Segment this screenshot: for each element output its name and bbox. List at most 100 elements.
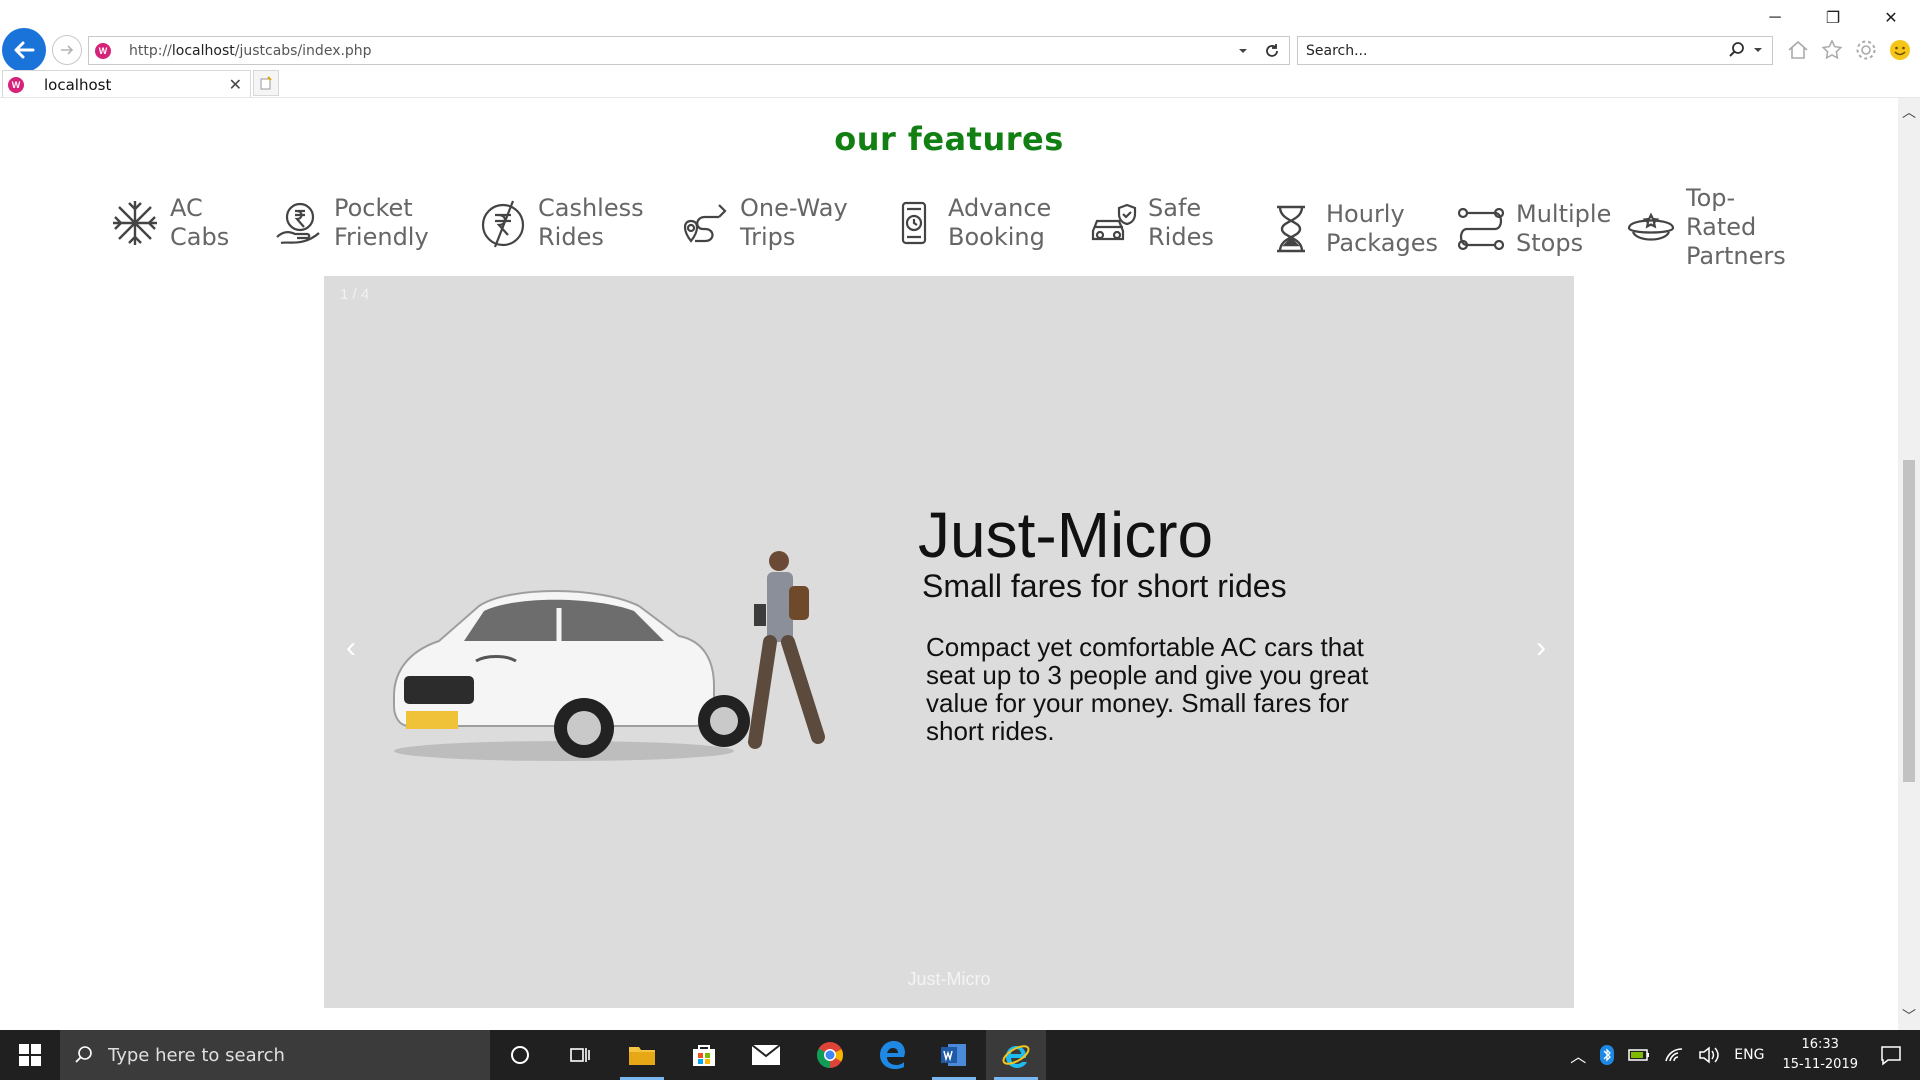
- hero-carousel: 1 / 4 ‹ › Just-Micro Small fares for sho…: [324, 276, 1574, 1008]
- wifi-icon[interactable]: [1664, 1047, 1684, 1063]
- mail-envelope-icon: [751, 1044, 781, 1065]
- feature-advance-booking: Advance Booking: [884, 194, 1051, 252]
- multi-stop-icon: [1452, 200, 1510, 258]
- tab-favicon-icon: W: [8, 76, 24, 93]
- tab-close-icon[interactable]: ✕: [229, 75, 242, 95]
- site-favicon-icon: W: [95, 42, 111, 59]
- feature-label: Cashless Rides: [538, 194, 644, 251]
- file-explorer-app[interactable]: [612, 1030, 672, 1080]
- forward-button[interactable]: [52, 35, 82, 65]
- address-url[interactable]: http://localhost/justcabs/index.php: [129, 43, 372, 59]
- carousel-prev-button[interactable]: ‹: [336, 631, 366, 665]
- action-center-icon[interactable]: [1880, 1044, 1902, 1066]
- windows-logo-icon: [19, 1044, 41, 1066]
- feature-cashless-rides: Cashless Rides: [474, 194, 644, 252]
- chauffeur-cap-icon: [1622, 199, 1680, 257]
- arrow-right-icon: [61, 45, 74, 55]
- feature-multiple-stops: Multiple Stops: [1452, 200, 1611, 258]
- task-view-icon: [570, 1048, 590, 1062]
- scroll-thumb[interactable]: [1903, 460, 1915, 782]
- rupee-hand-icon: [270, 194, 328, 252]
- battery-icon[interactable]: [1628, 1047, 1650, 1063]
- page-scrollbar[interactable]: ︿ ﹀: [1898, 98, 1920, 1030]
- taskbar-search-input[interactable]: [108, 1044, 468, 1066]
- word-app[interactable]: [924, 1030, 984, 1080]
- phone-clock-icon: [884, 194, 942, 252]
- feature-label: Pocket Friendly: [334, 194, 429, 251]
- feature-top-rated-partners: Top- Rated Partners: [1622, 184, 1786, 271]
- close-icon: ✕: [1884, 10, 1898, 27]
- taskbar-search[interactable]: [60, 1030, 490, 1080]
- volume-icon[interactable]: [1698, 1046, 1720, 1064]
- chrome-app[interactable]: [800, 1030, 860, 1080]
- internet-explorer-app[interactable]: [986, 1030, 1046, 1080]
- slide-caption: Just-Micro: [907, 969, 991, 989]
- favorites-star-icon[interactable]: [1820, 38, 1844, 62]
- smiley-feedback-icon[interactable]: [1888, 38, 1912, 62]
- feature-label: Hourly Packages: [1326, 200, 1438, 257]
- feature-pocket-friendly: Pocket Friendly: [270, 194, 429, 252]
- slide-subheading: Small fares for short rides: [922, 568, 1287, 604]
- scroll-up-icon[interactable]: ︿: [1901, 104, 1917, 120]
- clock-date: 15-11-2019: [1782, 1057, 1858, 1072]
- carousel-next-button[interactable]: ›: [1526, 631, 1556, 665]
- address-bar[interactable]: W http://localhost/justcabs/index.php: [88, 36, 1290, 65]
- feature-safe-rides: Safe Rides: [1084, 194, 1214, 252]
- task-view-button[interactable]: [550, 1030, 610, 1080]
- show-hidden-icons-icon[interactable]: ︿: [1570, 1043, 1586, 1067]
- browser-chrome: W http://localhost/justcabs/index.php ─ …: [0, 0, 1920, 98]
- chevron-down-icon[interactable]: [1752, 44, 1764, 56]
- store-app[interactable]: [674, 1030, 734, 1080]
- refresh-icon[interactable]: [1263, 42, 1281, 60]
- slide-heading: Just-Micro: [918, 499, 1214, 571]
- search-icon: [75, 1046, 92, 1063]
- minimize-button[interactable]: ─: [1746, 0, 1804, 36]
- ie-logo-icon: [1002, 1045, 1030, 1068]
- feature-one-way-trips: One-Way Trips: [676, 194, 848, 252]
- minimize-icon: ─: [1769, 9, 1781, 26]
- home-icon[interactable]: [1786, 38, 1810, 62]
- edge-app[interactable]: [862, 1030, 922, 1080]
- folder-icon: [629, 1047, 655, 1065]
- cortana-button[interactable]: [490, 1030, 550, 1080]
- web-page: our features AC Cabs Pocket Friendly Cas…: [0, 98, 1898, 1030]
- gear-icon[interactable]: [1854, 38, 1878, 62]
- arrow-left-icon: [14, 41, 35, 59]
- edge-logo-icon: [880, 1041, 905, 1069]
- feature-label: One-Way Trips: [740, 194, 848, 251]
- bluetooth-icon[interactable]: [1600, 1045, 1615, 1065]
- mail-app[interactable]: [736, 1030, 796, 1080]
- feature-label: Top- Rated Partners: [1686, 184, 1786, 270]
- feature-label: AC Cabs: [170, 194, 230, 251]
- hourglass-icon: [1262, 200, 1320, 258]
- snowflake-icon: [106, 194, 164, 252]
- car-with-passenger-image: [393, 551, 825, 761]
- system-tray: ︿ ENG 16:33 15-11-2019: [1570, 1030, 1920, 1080]
- route-pin-icon: [676, 194, 734, 252]
- slide-description: Compact yet comfortable AC cars that sea…: [926, 632, 1369, 746]
- cortana-icon: [511, 1046, 529, 1064]
- search-icon[interactable]: [1728, 41, 1746, 59]
- tab-title: localhost: [44, 75, 112, 94]
- scroll-down-icon[interactable]: ﹀: [1901, 1008, 1917, 1024]
- feature-label: Safe Rides: [1148, 194, 1214, 251]
- browser-search-box[interactable]: [1297, 36, 1773, 65]
- new-tab-button[interactable]: [253, 70, 279, 96]
- taskbar-clock[interactable]: 16:33 15-11-2019: [1782, 1035, 1858, 1075]
- browser-tab[interactable]: W localhost ✕: [2, 70, 251, 98]
- browser-search-input[interactable]: [1298, 37, 1678, 64]
- restore-icon: ❐: [1825, 10, 1841, 27]
- language-indicator[interactable]: ENG: [1734, 1047, 1764, 1063]
- start-button[interactable]: [0, 1030, 60, 1080]
- slide-counter: 1 / 4: [340, 286, 370, 303]
- close-window-button[interactable]: ✕: [1862, 0, 1920, 36]
- store-bag-icon: [693, 1045, 715, 1066]
- restore-button[interactable]: ❐: [1804, 0, 1862, 36]
- feature-ac-cabs: AC Cabs: [106, 194, 229, 252]
- chevron-down-icon[interactable]: [1237, 45, 1249, 57]
- clock-time: 16:33: [1801, 1037, 1839, 1052]
- back-button[interactable]: [2, 28, 46, 72]
- car-shield-icon: [1084, 194, 1142, 252]
- word-logo-icon: [941, 1044, 966, 1066]
- url-prefix: http://: [129, 42, 172, 59]
